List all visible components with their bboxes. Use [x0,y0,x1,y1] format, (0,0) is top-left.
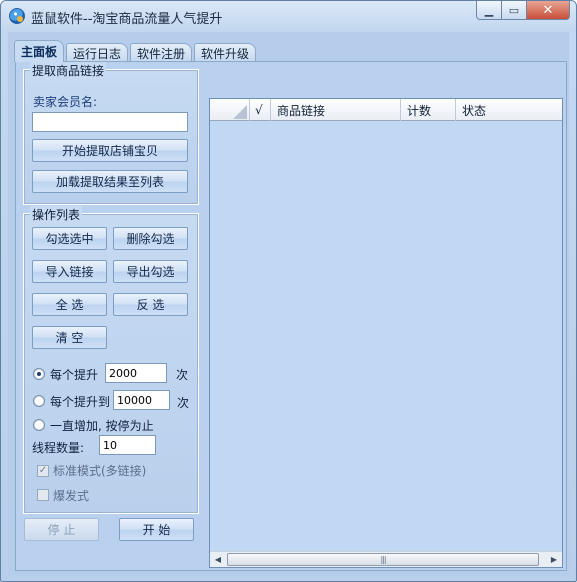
extract-group-title: 提取商品链接 [30,62,107,79]
threads-label: 线程数量: [32,441,85,455]
title-bar[interactable]: 蓝鼠软件--淘宝商品流量人气提升 ▁ ▭ ✕ [1,1,576,31]
standard-mode-checkbox[interactable]: ✓ [37,465,49,477]
mode-each-radio[interactable] [33,368,45,380]
tab-run-log[interactable]: 运行日志 [66,43,129,62]
maximize-icon: ▭ [508,3,520,17]
close-button[interactable]: ✕ [527,1,570,20]
header-status-col[interactable]: 状态 [456,99,562,121]
link-table[interactable]: √ 商品链接 计数 状态 ◀ ||| ▶ [209,98,563,568]
mode-each-label: 每个提升 [50,368,99,382]
client-area: 主面板 运行日志 软件注册 软件升级 提取商品链接 卖家会员名: 开始提取店铺宝… [8,32,569,576]
start-button[interactable]: 开 始 [119,518,194,541]
mode-to-radio[interactable] [33,395,45,407]
tab-upgrade[interactable]: 软件升级 [194,43,257,62]
mode-to-input[interactable] [113,390,170,410]
close-icon: ✕ [542,2,554,18]
clear-button[interactable]: 清 空 [32,326,107,349]
app-window: 蓝鼠软件--淘宝商品流量人气提升 ▁ ▭ ✕ 主面板 运行日志 软件注册 软件升… [0,0,577,582]
mode-to-label: 每个提升到 [50,395,111,409]
burst-mode-checkbox[interactable] [37,489,49,501]
scroll-grip-icon: ||| [380,555,386,564]
seller-label: 卖家会员名: [33,95,98,109]
header-corner[interactable] [210,99,250,121]
header-count-col[interactable]: 计数 [401,99,456,121]
minimize-icon: ▁ [484,3,494,17]
threads-input[interactable] [99,435,156,455]
mode-each-input[interactable] [105,363,167,383]
tab-register[interactable]: 软件注册 [130,43,193,62]
select-all-button[interactable]: 全 选 [32,293,107,316]
horizontal-scrollbar[interactable]: ◀ ||| ▶ [210,551,562,567]
maximize-button[interactable]: ▭ [502,1,527,20]
burst-mode-label: 爆发式 [53,489,90,503]
operations-group-title: 操作列表 [30,206,83,223]
tab-strip: 主面板 运行日志 软件注册 软件升级 [14,40,258,62]
minimize-button[interactable]: ▁ [476,1,502,20]
stop-button[interactable]: 停 止 [24,518,99,541]
app-logo-icon [9,8,25,24]
mode-forever-radio[interactable] [33,419,45,431]
load-results-button[interactable]: 加载提取结果至列表 [32,170,188,193]
tab-main-panel[interactable]: 主面板 [14,40,65,62]
start-extract-button[interactable]: 开始提取店铺宝贝 [32,139,188,162]
table-header: √ 商品链接 计数 状态 [210,99,562,121]
import-links-button[interactable]: 导入链接 [32,260,107,283]
scroll-thumb[interactable]: ||| [227,553,539,566]
standard-mode-label: 标准模式(多链接) [53,464,147,478]
export-checked-button[interactable]: 导出勾选 [113,260,188,283]
invert-selection-button[interactable]: 反 选 [113,293,188,316]
window-controls: ▁ ▭ ✕ [476,1,570,21]
main-panel: 提取商品链接 卖家会员名: 开始提取店铺宝贝 加载提取结果至列表 操作列表 勾选… [15,61,567,571]
mode-forever-label: 一直增加, 按停为止 [50,419,154,433]
extract-group: 提取商品链接 卖家会员名: 开始提取店铺宝贝 加载提取结果至列表 [23,62,199,205]
seller-input[interactable] [32,112,188,132]
header-check-col[interactable]: √ [250,99,271,121]
delete-checked-button[interactable]: 删除勾选 [113,227,188,250]
mode-each-unit: 次 [176,368,189,382]
scroll-left-icon[interactable]: ◀ [210,552,226,567]
operations-group: 操作列表 勾选选中 删除勾选 导入链接 导出勾选 全 选 反 选 清 空 每个提… [23,206,199,514]
scroll-right-icon[interactable]: ▶ [546,552,562,567]
check-selected-button[interactable]: 勾选选中 [32,227,107,250]
mode-to-unit: 次 [177,396,190,410]
window-title: 蓝鼠软件--淘宝商品流量人气提升 [31,12,223,27]
header-link-col[interactable]: 商品链接 [271,99,401,121]
